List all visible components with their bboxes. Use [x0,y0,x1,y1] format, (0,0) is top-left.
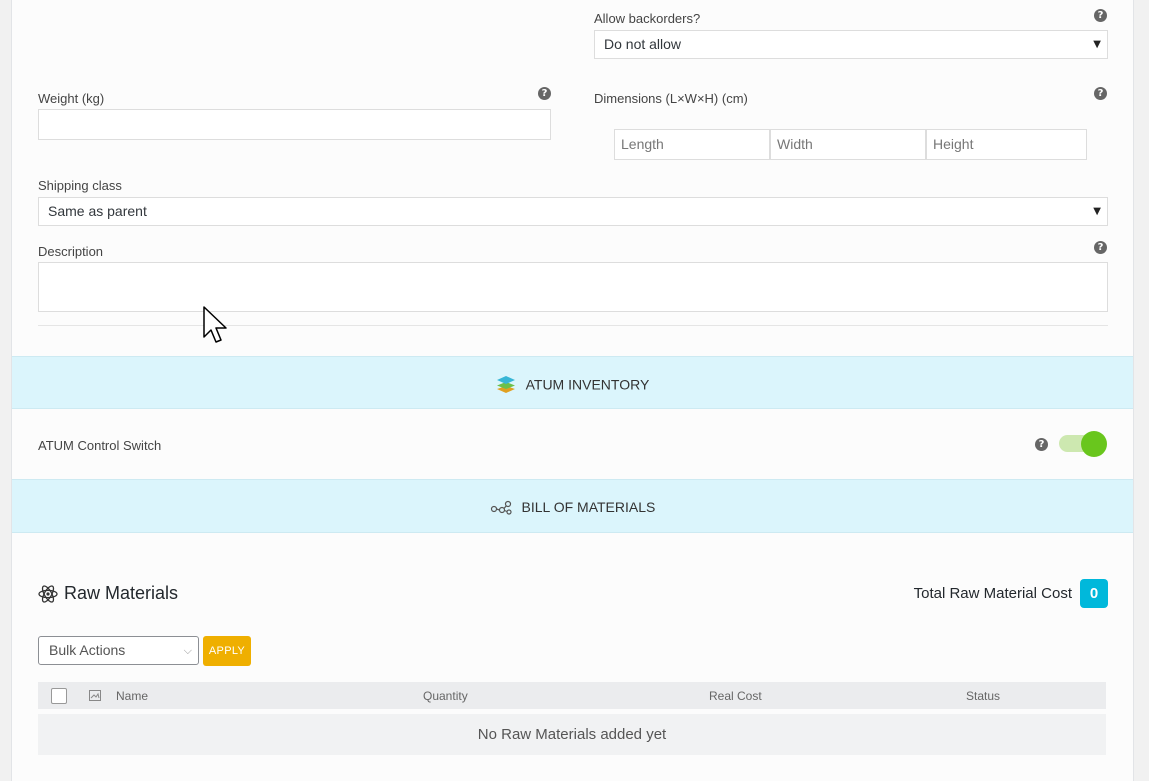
product-panel: Allow backorders? ? Do not allow ▼ Weigh… [11,0,1134,781]
shipping-value: Same as parent [48,203,147,219]
layers-icon [496,376,515,394]
empty-state-message: No Raw Materials added yet [38,714,1106,755]
bom-header[interactable]: BILL OF MATERIALS [12,479,1133,533]
width-input[interactable]: Width [770,129,926,160]
divider [38,325,1108,326]
shipping-label: Shipping class [38,178,122,193]
column-name[interactable]: Name [116,689,148,703]
bulk-actions-value: Bulk Actions [49,642,126,658]
atom-icon [38,585,58,603]
total-cost-label: Total Raw Material Cost [913,585,1072,602]
dimensions-label: Dimensions (L×W×H) (cm) [594,91,748,106]
help-icon[interactable]: ? [1035,438,1048,451]
bom-title: BILL OF MATERIALS [521,498,656,515]
select-all-checkbox[interactable] [51,688,67,704]
raw-materials-title: Raw Materials [64,583,179,603]
apply-button[interactable]: APPLY [203,636,251,666]
help-icon[interactable]: ? [1094,241,1107,254]
atum-inventory-title: ATUM INVENTORY [525,376,650,393]
weight-input[interactable] [38,109,551,140]
help-icon[interactable]: ? [1094,9,1107,22]
column-quantity[interactable]: Quantity [423,689,468,703]
weight-label: Weight (kg) [38,91,105,106]
mouse-cursor-icon [203,306,227,343]
atum-inventory-header[interactable]: ATUM INVENTORY [12,356,1133,409]
description-textarea[interactable] [38,262,1108,312]
chevron-down-icon: ⌵ [183,644,192,657]
total-cost-badge: 0 [1080,579,1108,608]
length-input[interactable]: Length [614,129,770,160]
height-input[interactable]: Height [926,129,1087,160]
chevron-down-icon: ▼ [1093,39,1101,50]
backorders-select[interactable]: Do not allow ▼ [594,30,1108,59]
backorders-value: Do not allow [604,36,682,52]
control-switch-label: ATUM Control Switch [38,438,162,453]
toggle-knob [1081,431,1107,457]
description-label: Description [38,244,104,259]
bulk-actions-select[interactable]: Bulk Actions ⌵ [38,636,199,665]
help-icon[interactable]: ? [1094,87,1107,100]
column-status[interactable]: Status [966,689,1000,703]
backorders-label: Allow backorders? [594,11,701,26]
shipping-select[interactable]: Same as parent ▼ [38,197,1108,226]
column-real-cost[interactable]: Real Cost [709,689,762,703]
help-icon[interactable]: ? [538,87,551,100]
chevron-down-icon: ▼ [1093,206,1101,217]
image-icon [89,690,101,701]
molecule-icon [490,501,512,515]
atum-control-toggle[interactable] [1059,431,1107,457]
table-header: Name Quantity Real Cost Status [38,682,1106,709]
